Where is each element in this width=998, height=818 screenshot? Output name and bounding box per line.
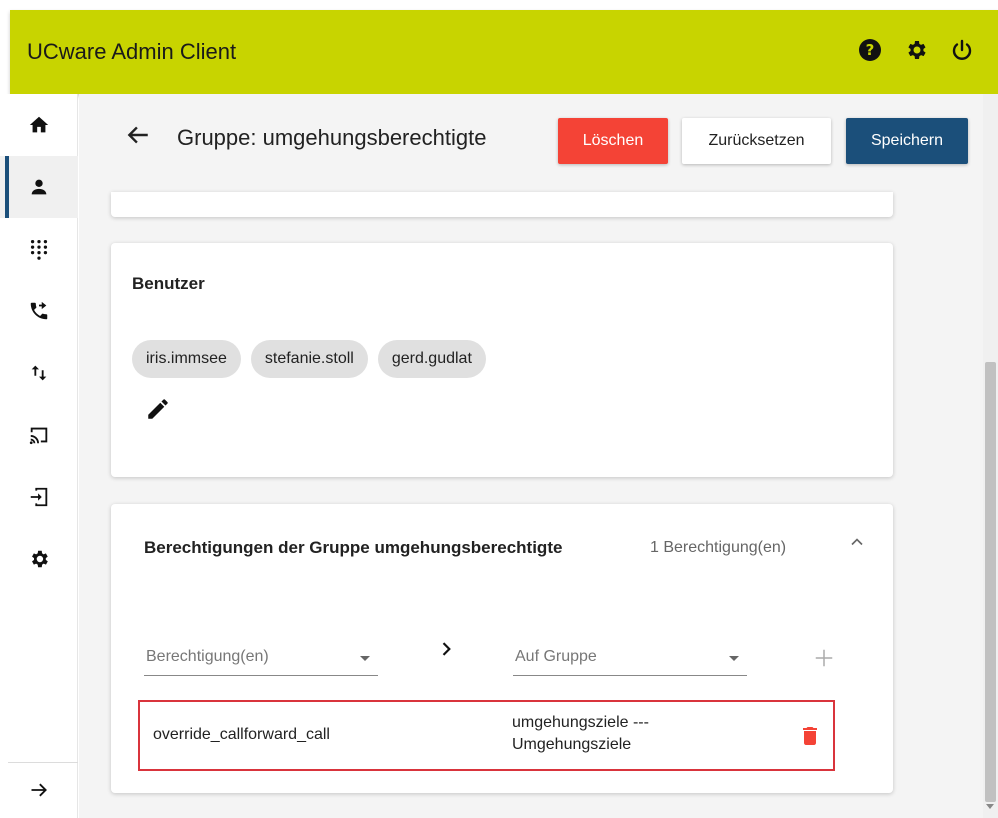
user-chip-list: iris.immsee stefanie.stoll gerd.gudlat [132, 340, 486, 378]
cast-icon [29, 427, 48, 445]
permissions-count: 1 Berechtigung(en) [650, 539, 787, 556]
user-chip[interactable]: gerd.gudlat [377, 340, 486, 378]
top-bar: UCware Admin Client ? [0, 0, 998, 94]
sidebar [0, 94, 78, 818]
permissions-card: Berechtigungen der Gruppe umgehungsberec… [111, 504, 893, 793]
app-header: UCware Admin Client ? [10, 10, 998, 94]
add-permission-icon[interactable] [813, 647, 835, 669]
users-card: Benutzer iris.immsee stefanie.stoll gerd… [111, 243, 893, 477]
caret-down-icon [360, 656, 370, 661]
permission-select-placeholder: Berechtigung(en) [146, 648, 269, 665]
help-icon[interactable]: ? [857, 37, 883, 63]
group-select-placeholder: Auf Gruppe [515, 648, 597, 665]
power-icon[interactable] [949, 37, 975, 63]
sidebar-item-cast[interactable] [0, 404, 78, 466]
sidebar-expand[interactable] [0, 762, 78, 818]
sidebar-item-transfer[interactable] [0, 342, 78, 404]
user-icon [31, 179, 47, 195]
permission-target: umgehungsziele --- Umgehungsziele [512, 712, 712, 756]
user-chip[interactable]: iris.immsee [132, 340, 241, 378]
chevron-up-icon[interactable] [847, 532, 867, 552]
main-content: Gruppe: umgehungsberechtigte Löschen Zur… [79, 94, 998, 818]
scroll-down-arrow-icon[interactable] [986, 804, 994, 809]
trash-icon[interactable] [798, 724, 822, 748]
home-icon [29, 116, 49, 133]
gear-icon[interactable] [903, 37, 929, 63]
group-select[interactable]: Auf Gruppe [513, 640, 747, 676]
save-button[interactable]: Speichern [846, 118, 968, 164]
permission-name: override_callforward_call [153, 726, 330, 743]
swap-vert-icon [31, 365, 47, 381]
dialpad-icon [30, 240, 48, 260]
sidebar-item-users[interactable] [0, 156, 78, 218]
back-arrow-icon[interactable] [125, 122, 151, 148]
permission-row: override_callforward_call umgehungsziele… [138, 700, 835, 771]
app-title: UCware Admin Client [27, 39, 237, 64]
delete-button[interactable]: Löschen [558, 118, 668, 164]
reset-button[interactable]: Zurücksetzen [682, 118, 831, 164]
sidebar-item-settings[interactable] [0, 528, 78, 590]
user-chip[interactable]: stefanie.stoll [250, 340, 368, 378]
permission-target-line1: umgehungsziele --- [512, 714, 649, 731]
chevron-right-icon [442, 642, 451, 656]
settings-icon [32, 550, 48, 568]
arrow-right-icon [31, 783, 47, 797]
phone-forward-icon [30, 301, 48, 320]
permission-select[interactable]: Berechtigung(en) [144, 640, 378, 676]
scrollbar[interactable] [983, 94, 998, 818]
scrollbar-thumb[interactable] [985, 362, 996, 802]
sidebar-item-call-forwarding[interactable] [0, 280, 78, 342]
previous-card [111, 192, 893, 217]
edit-icon[interactable] [145, 396, 171, 422]
caret-down-icon [729, 656, 739, 661]
svg-text:?: ? [866, 41, 875, 59]
top-actions: ? [857, 37, 975, 63]
permission-target-line2: Umgehungsziele [512, 736, 632, 753]
sidebar-item-dialpad[interactable] [0, 218, 78, 280]
users-card-title: Benutzer [132, 274, 205, 293]
sidebar-item-login[interactable] [0, 466, 78, 528]
page-title: Gruppe: umgehungsberechtigte [177, 125, 487, 150]
login-icon [30, 487, 48, 507]
sidebar-item-home[interactable] [0, 94, 78, 156]
permissions-card-title: Berechtigungen der Gruppe umgehungsberec… [144, 538, 563, 557]
